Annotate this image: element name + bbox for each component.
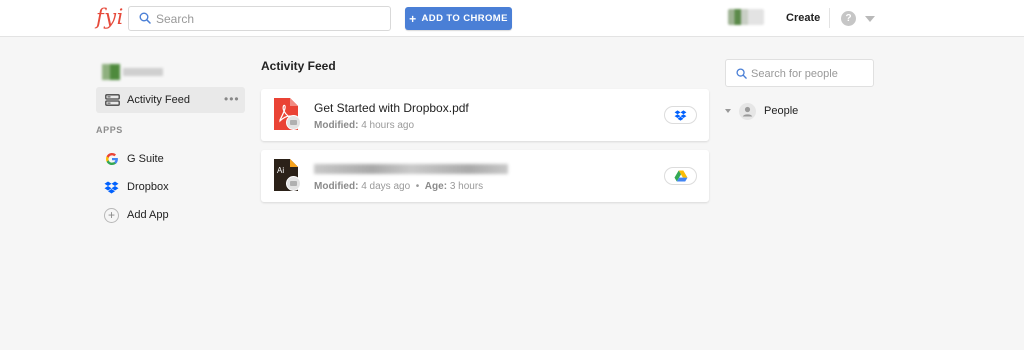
feed-card[interactable]: Ai Modified: 4 days ago • Age: 3 hours	[261, 150, 709, 202]
people-label: People	[764, 105, 799, 117]
sidebar-user[interactable]	[102, 64, 166, 80]
search-input[interactable]: Search	[128, 6, 391, 31]
top-bar: fyi Search + ADD TO CHROME Create ?	[0, 0, 1024, 37]
divider	[829, 8, 830, 28]
people-search-placeholder: Search for people	[751, 68, 838, 80]
sidebar-item-label: Dropbox	[127, 181, 169, 193]
file-name-redacted[interactable]	[314, 162, 508, 177]
plus-icon: +	[104, 207, 119, 223]
user-name	[123, 68, 163, 76]
sidebar-item-g-suite[interactable]: G Suite	[104, 151, 164, 167]
dropbox-icon	[674, 109, 687, 121]
chevron-down-icon[interactable]	[865, 16, 875, 22]
create-button[interactable]: Create	[786, 12, 820, 24]
sidebar-item-label: G Suite	[127, 153, 164, 165]
people-search-input[interactable]: Search for people	[725, 59, 874, 87]
plus-icon: +	[409, 11, 417, 26]
svg-text:Ai: Ai	[277, 166, 284, 175]
source-google-drive-badge[interactable]	[664, 167, 697, 185]
add-to-chrome-label: ADD TO CHROME	[421, 13, 508, 24]
page-title: Activity Feed	[261, 59, 336, 73]
sidebar-item-activity-feed[interactable]: Activity Feed •••	[96, 87, 245, 113]
owner-avatar	[286, 115, 301, 130]
sidebar-item-label: Add App	[127, 209, 169, 221]
caret-down-icon	[725, 109, 731, 113]
sidebar-item-label: Activity Feed	[127, 94, 190, 106]
google-icon	[104, 152, 119, 167]
feed-card[interactable]: Get Started with Dropbox.pdf Modified: 4…	[261, 89, 709, 141]
source-dropbox-badge[interactable]	[664, 106, 697, 124]
search-icon	[736, 68, 747, 79]
file-name[interactable]: Get Started with Dropbox.pdf	[314, 101, 469, 115]
search-icon	[139, 12, 151, 24]
apps-heading: APPS	[96, 125, 123, 135]
owner-avatar	[286, 176, 301, 191]
person-icon	[739, 102, 756, 120]
fyi-logo[interactable]: fyi	[96, 5, 124, 29]
google-drive-icon	[674, 170, 687, 182]
add-app-button[interactable]: + Add App	[104, 207, 169, 223]
user-avatar[interactable]	[728, 9, 764, 25]
user-avatar	[102, 64, 120, 80]
sidebar-item-dropbox[interactable]: Dropbox	[104, 179, 169, 195]
file-meta: Modified: 4 days ago • Age: 3 hours	[314, 181, 484, 192]
add-to-chrome-button[interactable]: + ADD TO CHROME	[405, 7, 512, 30]
dropbox-icon	[104, 180, 119, 195]
help-icon[interactable]: ?	[841, 11, 856, 26]
activity-feed-icon	[105, 94, 120, 106]
people-section-toggle[interactable]: People	[725, 102, 798, 120]
file-meta: Modified: 4 hours ago	[314, 120, 415, 131]
search-placeholder: Search	[156, 12, 195, 26]
more-options-icon[interactable]: •••	[224, 92, 240, 106]
